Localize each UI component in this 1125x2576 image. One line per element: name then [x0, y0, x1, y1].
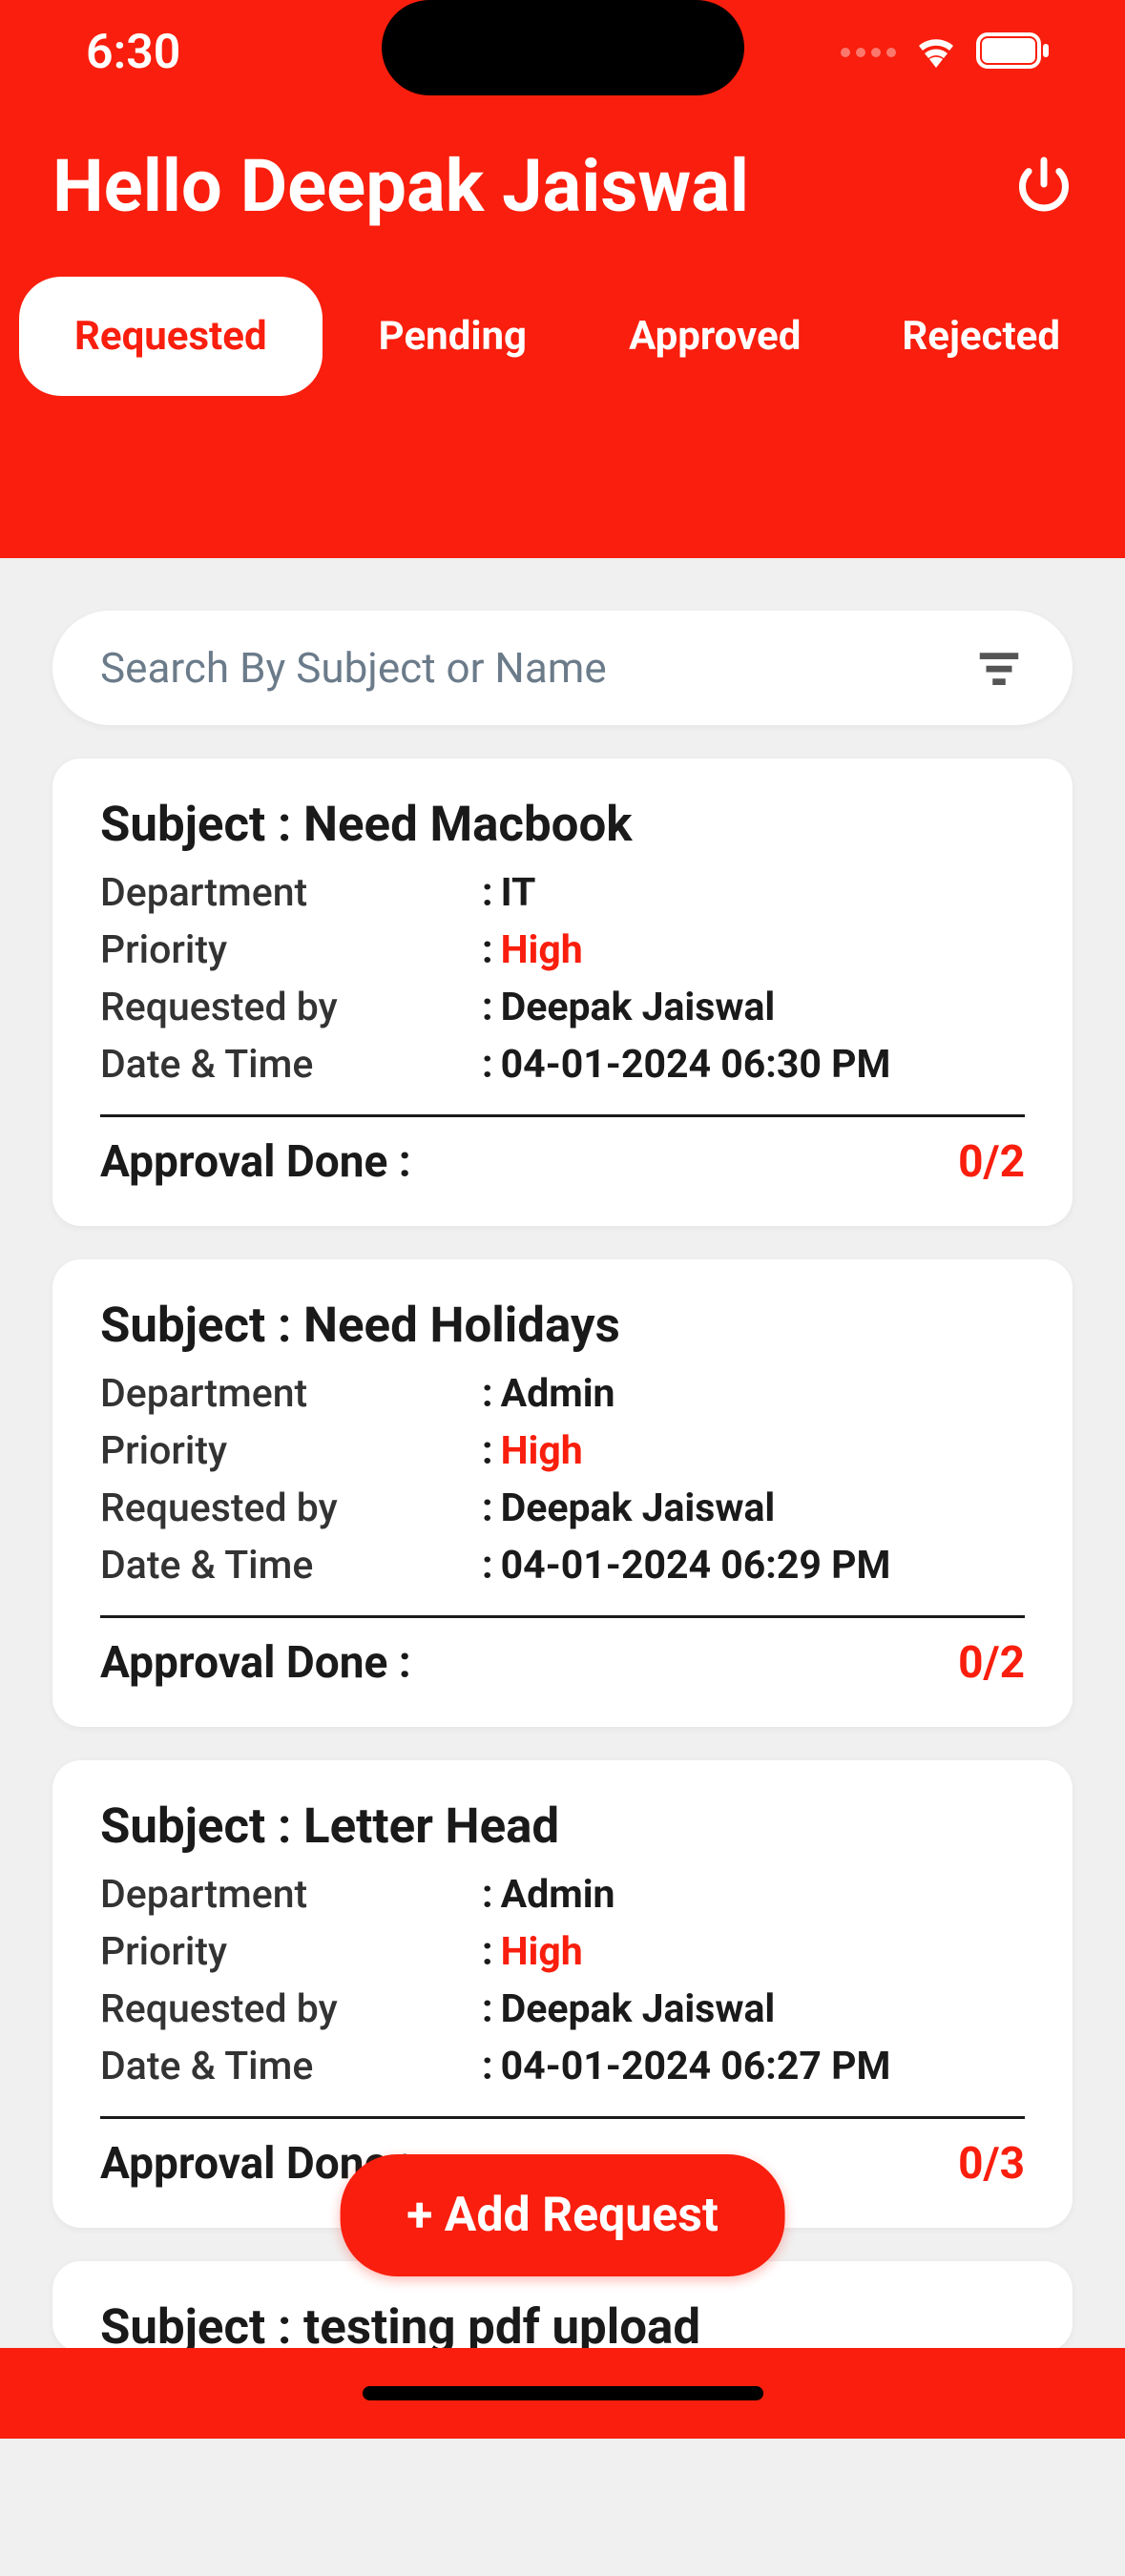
- battery-icon: [976, 32, 1049, 73]
- datetime-label: Date & Time: [100, 1543, 482, 1589]
- status-time: 6:30: [86, 25, 180, 80]
- card-requestedby-row: Requested by : Deepak Jaiswal: [100, 1485, 1025, 1531]
- home-indicator[interactable]: [363, 2386, 763, 2400]
- greeting-row: Hello Deepak Jaiswal: [0, 105, 1125, 277]
- requestedby-value: Deepak Jaiswal: [501, 1986, 776, 2032]
- card-approval-row: Approval Done : 0/2: [100, 1136, 1025, 1188]
- card-divider: [100, 1114, 1025, 1117]
- department-value: Admin: [501, 1371, 615, 1417]
- card-department-row: Department : IT: [100, 870, 1025, 916]
- card-requestedby-row: Requested by : Deepak Jaiswal: [100, 985, 1025, 1030]
- approval-label: Approval Done :: [100, 1637, 411, 1689]
- card-priority-row: Priority : High: [100, 927, 1025, 973]
- requestedby-value: Deepak Jaiswal: [501, 1485, 776, 1531]
- signal-dots: [841, 48, 896, 57]
- search-input[interactable]: [100, 643, 973, 693]
- add-request-button[interactable]: + Add Request: [340, 2154, 785, 2276]
- card-datetime-row: Date & Time : 04-01-2024 06:27 PM: [100, 2044, 1025, 2089]
- tab-requested[interactable]: Requested: [19, 277, 323, 396]
- card-approval-row: Approval Done : 0/2: [100, 1637, 1025, 1689]
- priority-value: High: [501, 1929, 583, 1975]
- card-priority-row: Priority : High: [100, 1428, 1025, 1474]
- search-bar: [52, 611, 1073, 725]
- request-card[interactable]: Subject : Need Holidays Department : Adm…: [52, 1259, 1073, 1727]
- tab-rejected[interactable]: Rejected: [856, 277, 1106, 396]
- card-department-row: Department : Admin: [100, 1872, 1025, 1918]
- tab-pending[interactable]: Pending: [332, 277, 574, 396]
- card-subject: Subject : Need Holidays: [100, 1298, 1025, 1354]
- notch: [382, 0, 744, 95]
- requestedby-value: Deepak Jaiswal: [501, 985, 776, 1030]
- approval-count: 0/2: [958, 1136, 1025, 1188]
- request-card[interactable]: Subject : Need Macbook Department : IT P…: [52, 758, 1073, 1226]
- department-label: Department: [100, 1872, 482, 1918]
- wifi-icon: [913, 33, 959, 72]
- status-bar: 6:30: [0, 0, 1125, 105]
- card-priority-row: Priority : High: [100, 1929, 1025, 1975]
- priority-value: High: [501, 1428, 583, 1474]
- card-subject: Subject : Need Macbook: [100, 797, 1025, 853]
- requestedby-label: Requested by: [100, 985, 482, 1030]
- bottom-bar: [0, 2348, 1125, 2439]
- department-value: IT: [501, 870, 536, 916]
- filter-button[interactable]: [973, 642, 1025, 694]
- card-divider: [100, 2116, 1025, 2119]
- header: 6:30 Hello Dee: [0, 0, 1125, 558]
- department-label: Department: [100, 870, 482, 916]
- datetime-value: 04-01-2024 06:27 PM: [501, 2044, 891, 2089]
- tab-approved[interactable]: Approved: [583, 277, 846, 396]
- card-requestedby-row: Requested by : Deepak Jaiswal: [100, 1986, 1025, 2032]
- datetime-value: 04-01-2024 06:29 PM: [501, 1543, 891, 1589]
- datetime-label: Date & Time: [100, 2044, 482, 2089]
- priority-label: Priority: [100, 1929, 482, 1975]
- card-divider: [100, 1615, 1025, 1618]
- requestedby-label: Requested by: [100, 1986, 482, 2032]
- approval-label: Approval Done :: [100, 1136, 411, 1188]
- card-datetime-row: Date & Time : 04-01-2024 06:30 PM: [100, 1042, 1025, 1088]
- logout-button[interactable]: [1015, 156, 1073, 217]
- tabs: Requested Pending Approved Rejected: [0, 277, 1125, 396]
- priority-label: Priority: [100, 927, 482, 973]
- approval-count: 0/2: [958, 1637, 1025, 1689]
- department-value: Admin: [501, 1872, 615, 1918]
- department-label: Department: [100, 1371, 482, 1417]
- card-subject: Subject : Letter Head: [100, 1798, 1025, 1855]
- datetime-label: Date & Time: [100, 1042, 482, 1088]
- priority-value: High: [501, 927, 583, 973]
- status-icons: [841, 32, 1049, 73]
- requestedby-label: Requested by: [100, 1485, 482, 1531]
- priority-label: Priority: [100, 1428, 482, 1474]
- card-department-row: Department : Admin: [100, 1371, 1025, 1417]
- greeting-text: Hello Deepak Jaiswal: [52, 143, 749, 229]
- card-subject: Subject : testing pdf upload: [100, 2299, 1025, 2352]
- card-datetime-row: Date & Time : 04-01-2024 06:29 PM: [100, 1543, 1025, 1589]
- approval-count: 0/3: [958, 2138, 1025, 2190]
- datetime-value: 04-01-2024 06:30 PM: [501, 1042, 891, 1088]
